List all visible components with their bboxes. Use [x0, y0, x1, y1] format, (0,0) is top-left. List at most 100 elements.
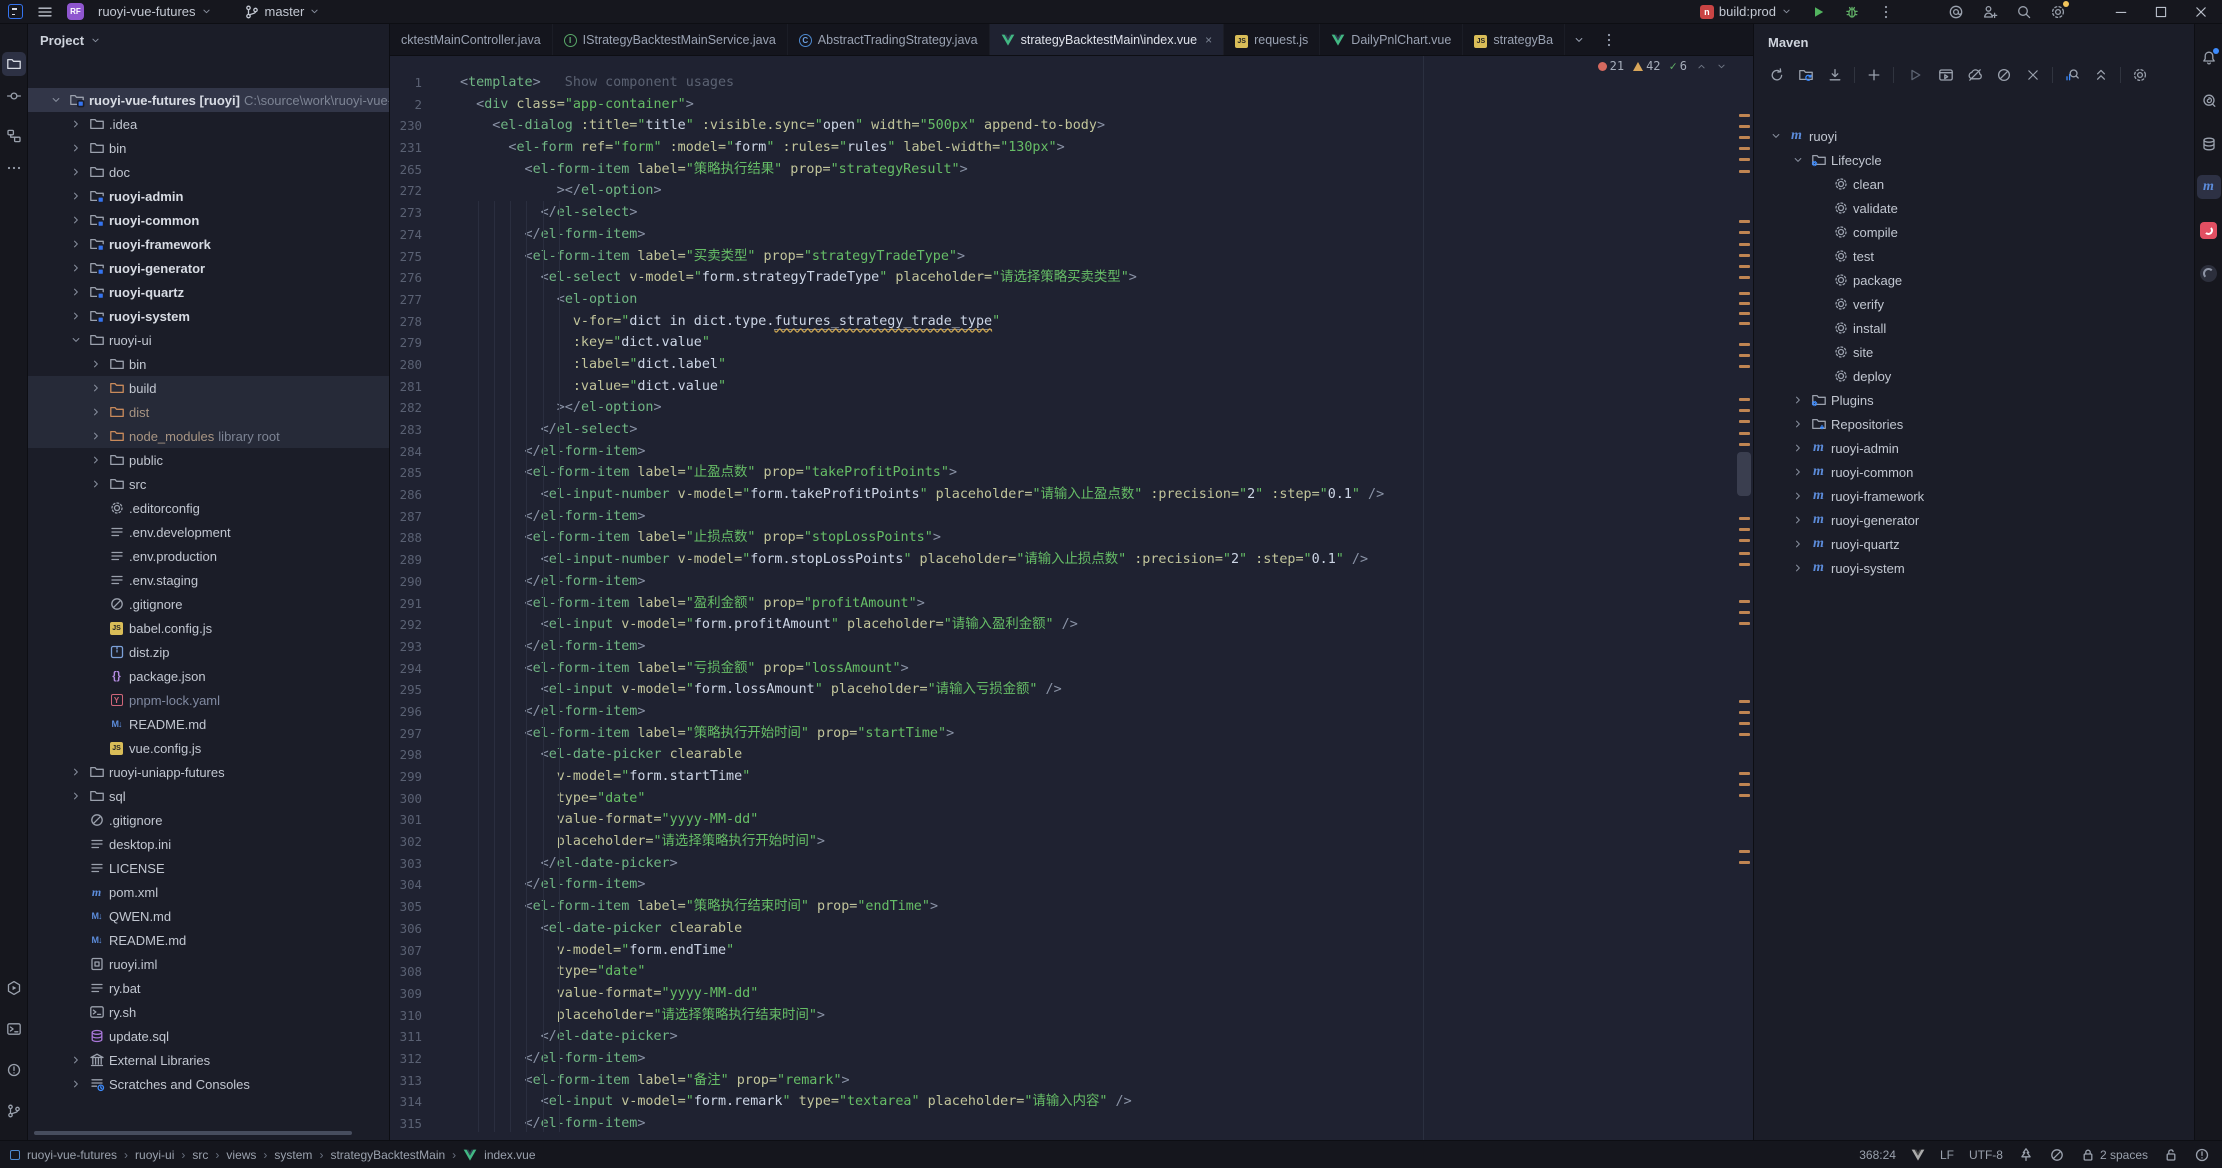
chevron-right-icon[interactable]: [68, 310, 84, 322]
chevron-right-icon[interactable]: [88, 478, 104, 490]
code-line[interactable]: 275 <el-form-item label="买卖类型" prop="str…: [390, 246, 1753, 268]
line-number[interactable]: 278: [390, 311, 460, 333]
warning-stripe-mark[interactable]: [1739, 136, 1750, 139]
maven-tree-item[interactable]: mruoyi-common: [1754, 460, 2194, 484]
commit-tool-icon[interactable]: [2, 84, 26, 108]
project-tree-item[interactable]: JSbabel.config.js: [28, 616, 389, 640]
project-tree-item[interactable]: .env.development: [28, 520, 389, 544]
chevron-right-icon[interactable]: [68, 1078, 84, 1090]
code-line[interactable]: 276 <el-select v-model="form.strategyTra…: [390, 267, 1753, 289]
project-tree-item[interactable]: JSvue.config.js: [28, 736, 389, 760]
code-line[interactable]: 279 :key="dict.value": [390, 332, 1753, 354]
maven-tree-item[interactable]: mruoyi-generator: [1754, 508, 2194, 532]
warning-stripe-mark[interactable]: [1739, 700, 1750, 703]
notifications-bell-icon[interactable]: [2197, 46, 2221, 70]
line-number[interactable]: 265: [390, 159, 460, 181]
editor-error-stripe[interactable]: [1735, 56, 1753, 1140]
code-line[interactable]: 307 v-model="form.endTime": [390, 940, 1753, 962]
editor-tab[interactable]: CAbstractTradingStrategy.java: [788, 24, 990, 55]
chevron-right-icon[interactable]: [88, 454, 104, 466]
breadcrumb-item[interactable]: views: [226, 1148, 256, 1162]
code-line[interactable]: 272 ></el-option>: [390, 180, 1753, 202]
project-tree-item[interactable]: ruoyi.iml: [28, 952, 389, 976]
project-panel-header[interactable]: Project: [28, 24, 389, 56]
line-number[interactable]: 310: [390, 1005, 460, 1027]
warning-stripe-mark[interactable]: [1739, 125, 1750, 128]
line-number[interactable]: 305: [390, 896, 460, 918]
warning-stripe-mark[interactable]: [1739, 302, 1750, 305]
warning-stripe-mark[interactable]: [1739, 322, 1750, 325]
code-line[interactable]: 293 </el-form-item>: [390, 636, 1753, 658]
warning-stripe-mark[interactable]: [1739, 243, 1750, 246]
chevron-right-icon[interactable]: [1790, 418, 1806, 430]
warning-stripe-mark[interactable]: [1739, 276, 1750, 279]
maven-tree-item[interactable]: Plugins: [1754, 388, 2194, 412]
code-line[interactable]: 288 <el-form-item label="止损点数" prop="sto…: [390, 527, 1753, 549]
warning-stripe-mark[interactable]: [1739, 443, 1750, 446]
code-line[interactable]: 281 :value="dict.value": [390, 376, 1753, 398]
line-number[interactable]: 295: [390, 679, 460, 701]
line-number[interactable]: 284: [390, 441, 460, 463]
breadcrumb-item[interactable]: system: [274, 1148, 312, 1162]
code-line[interactable]: 1<template> Show component usages: [390, 72, 1753, 94]
project-tree-item[interactable]: Scratches and Consoles: [28, 1072, 389, 1096]
line-number[interactable]: 311: [390, 1026, 460, 1048]
warning-stripe-mark[interactable]: [1739, 220, 1750, 223]
line-number[interactable]: 282: [390, 397, 460, 419]
window-close-button[interactable]: [2186, 1, 2216, 23]
project-tree-item[interactable]: M↓README.md: [28, 928, 389, 952]
code-line[interactable]: 311 </el-date-picker>: [390, 1026, 1753, 1048]
project-tree-item[interactable]: ruoyi-framework: [28, 232, 389, 256]
chevron-right-icon[interactable]: [88, 382, 104, 394]
line-number[interactable]: 276: [390, 267, 460, 289]
maven-tree-item[interactable]: Lifecycle: [1754, 148, 2194, 172]
project-tree-item[interactable]: doc: [28, 160, 389, 184]
breadcrumb-item[interactable]: ruoyi-ui: [135, 1148, 174, 1162]
warning-stripe-mark[interactable]: [1739, 420, 1750, 423]
maven-tree-item[interactable]: mruoyi-admin: [1754, 436, 2194, 460]
chevron-right-icon[interactable]: [68, 118, 84, 130]
line-number[interactable]: 293: [390, 636, 460, 658]
ai-assistant-icon[interactable]: [2197, 89, 2221, 113]
project-tree-item[interactable]: ruoyi-ui: [28, 328, 389, 352]
warning-stripe-mark[interactable]: [1739, 365, 1750, 368]
chevron-right-icon[interactable]: [68, 1054, 84, 1066]
maven-tree-item[interactable]: mruoyi: [1754, 124, 2194, 148]
warning-stripe-mark[interactable]: [1739, 861, 1750, 864]
maven-tree-item[interactable]: compile: [1754, 220, 2194, 244]
warning-stripe-mark[interactable]: [1739, 622, 1750, 625]
project-tree-item[interactable]: dist: [28, 400, 389, 424]
vue-status-icon[interactable]: [1911, 1149, 1925, 1161]
line-number[interactable]: 302: [390, 831, 460, 853]
project-tree-item[interactable]: .idea: [28, 112, 389, 136]
line-number[interactable]: 299: [390, 766, 460, 788]
warning-stripe-mark[interactable]: [1739, 794, 1750, 797]
download-sources-icon[interactable]: [1825, 65, 1845, 85]
line-number[interactable]: 294: [390, 658, 460, 680]
warning-stripe-mark[interactable]: [1739, 158, 1750, 161]
chevron-right-icon[interactable]: [68, 766, 84, 778]
indent-widget[interactable]: 2 spaces: [2080, 1147, 2148, 1163]
line-number[interactable]: 300: [390, 788, 460, 810]
warning-stripe-mark[interactable]: [1739, 517, 1750, 520]
tree-icon[interactable]: [2018, 1147, 2034, 1163]
chevron-right-icon[interactable]: [68, 238, 84, 250]
editor-tab[interactable]: IIStrategyBacktestMainService.java: [553, 24, 788, 55]
code-line[interactable]: 278 v-for="dict in dict.type.futures_str…: [390, 311, 1753, 333]
breadcrumb-item[interactable]: src: [192, 1148, 208, 1162]
maven-tree-item[interactable]: validate: [1754, 196, 2194, 220]
code-line[interactable]: 295 <el-input v-model="form.lossAmount" …: [390, 679, 1753, 701]
maven-tree-item[interactable]: Repositories: [1754, 412, 2194, 436]
more-horizontal-tool-icon[interactable]: [2, 156, 26, 180]
code-line[interactable]: 282 ></el-option>: [390, 397, 1753, 419]
run-configuration-icon[interactable]: [1936, 65, 1956, 85]
project-tree-item[interactable]: desktop.ini: [28, 832, 389, 856]
code-line[interactable]: 284 </el-form-item>: [390, 441, 1753, 463]
run-button[interactable]: [1806, 0, 1830, 24]
chevron-right-icon[interactable]: [68, 790, 84, 802]
maven-tree-item[interactable]: deploy: [1754, 364, 2194, 388]
project-tree-item[interactable]: M↓README.md: [28, 712, 389, 736]
line-number[interactable]: 290: [390, 571, 460, 593]
chevron-right-icon[interactable]: [68, 166, 84, 178]
add-icon[interactable]: [1864, 65, 1884, 85]
